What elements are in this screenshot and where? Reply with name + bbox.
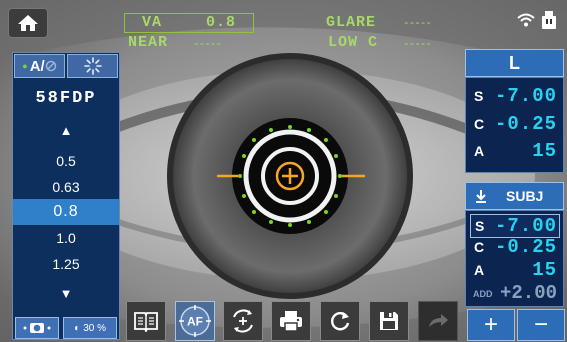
eye-side-header[interactable]: L — [465, 49, 564, 77]
axis-label: A — [474, 143, 485, 159]
sphere-value: -7.00 — [494, 215, 557, 237]
occluder-icon — [23, 323, 51, 333]
refractor-screen: VA 0.8 NEAR ----- GLARE ----- LOW C ----… — [0, 0, 567, 342]
occluder-button[interactable] — [15, 317, 60, 339]
next-button[interactable] — [418, 301, 458, 341]
axis-value: 15 — [532, 140, 557, 162]
minus-icon: − — [533, 311, 548, 338]
cylinder-value: -0.25 — [494, 113, 557, 135]
triangle-down-icon: ▼ — [59, 286, 73, 301]
axis-label: A — [474, 262, 485, 278]
chart-book-button[interactable] — [126, 301, 166, 341]
va-value: 0.8 — [206, 14, 237, 31]
cylinder-label: C — [474, 239, 485, 255]
cylinder-value: -0.25 — [494, 236, 557, 258]
forward-arrow-icon — [429, 314, 448, 327]
eye-side-label: L — [509, 52, 520, 73]
sphere-row-selected[interactable]: S -7.00 — [470, 214, 560, 238]
plus-icon: + — [483, 311, 498, 338]
scroll-up-button[interactable]: ▲ — [13, 123, 119, 138]
triangle-up-icon: ▲ — [59, 123, 73, 138]
glare-value: ----- — [403, 18, 432, 30]
subjective-header[interactable]: SUBJ — [465, 182, 564, 210]
home-icon — [18, 15, 38, 31]
sphere-row[interactable]: S -7.00 — [466, 85, 563, 107]
objective-prescription-panel: S -7.00 C -0.25 A 15 — [465, 77, 564, 173]
axis-row[interactable]: A 15 — [466, 259, 563, 281]
axis-row[interactable]: A 15 — [466, 140, 563, 162]
va-option-selected[interactable]: 0.8 — [13, 199, 119, 226]
autofocus-button[interactable]: AF — [175, 301, 215, 341]
contrast-button[interactable]: ◐ 30 % — [63, 317, 117, 339]
va-option[interactable]: 0.5 — [13, 148, 119, 174]
sphere-label: S — [475, 218, 485, 234]
sphere-value: -7.00 — [494, 85, 557, 107]
minus-button[interactable]: − — [517, 309, 565, 341]
save-button[interactable] — [369, 301, 409, 341]
cylinder-row[interactable]: C -0.25 — [466, 113, 563, 135]
cylinder-row[interactable]: C -0.25 — [466, 236, 563, 258]
glare-label: GLARE — [326, 14, 377, 31]
near-value: ----- — [193, 39, 222, 51]
chart-program-name: 58FDP — [35, 89, 97, 108]
subjective-prescription-panel: S -7.00 C -0.25 A 15 ADD +2.00 — [465, 210, 564, 307]
starburst-icon — [83, 57, 102, 75]
sphere-label: S — [474, 88, 484, 104]
active-dot-icon: ● — [22, 61, 28, 71]
add-row[interactable]: ADD +2.00 — [466, 282, 563, 304]
va-option[interactable]: 1.25 — [13, 251, 119, 277]
auto-mode-label: A/ — [29, 57, 45, 75]
subjective-label: SUBJ — [506, 188, 544, 204]
contrast-value: 30 % — [83, 322, 107, 334]
floppy-disk-icon — [380, 312, 398, 330]
half-circle-icon: ◐ — [74, 322, 81, 334]
plus-button[interactable]: + — [467, 309, 515, 341]
near-label: NEAR — [128, 34, 169, 51]
home-button[interactable] — [8, 8, 48, 38]
add-value: +2.00 — [499, 282, 557, 304]
chart-light-button[interactable] — [67, 54, 118, 78]
autofocus-icon: AF — [179, 305, 211, 337]
cylinder-label: C — [474, 116, 485, 132]
refresh-icon — [331, 312, 350, 331]
download-icon — [476, 190, 486, 203]
va-option-list: 0.5 0.63 0.8 1.0 1.25 — [13, 148, 119, 276]
scroll-down-button[interactable]: ▼ — [13, 286, 119, 301]
reset-button[interactable] — [320, 301, 360, 341]
lowc-value: ----- — [403, 39, 432, 51]
va-option[interactable]: 1.0 — [13, 225, 119, 251]
autofocus-label: AF — [187, 315, 203, 329]
add-label: ADD — [473, 289, 493, 299]
print-button[interactable] — [271, 301, 311, 341]
axis-value: 15 — [532, 259, 557, 281]
usb-icon — [542, 11, 556, 29]
book-icon — [134, 312, 158, 332]
lowc-label: LOW C — [328, 34, 379, 51]
va-chart-panel: ● A/ 58FDP ▲ 0.5 0.63 0.8 1.0 1.25 ▼ ◐ 3… — [12, 52, 120, 340]
rotate-crosshair-icon — [233, 309, 253, 333]
va-label: VA — [142, 14, 163, 31]
switch-eye-button[interactable] — [223, 301, 263, 341]
printer-icon — [280, 311, 302, 332]
wifi-icon — [517, 13, 535, 27]
circle-slash-icon — [45, 60, 56, 72]
va-option[interactable]: 0.63 — [13, 174, 119, 200]
auto-mode-button[interactable]: ● A/ — [14, 54, 65, 78]
